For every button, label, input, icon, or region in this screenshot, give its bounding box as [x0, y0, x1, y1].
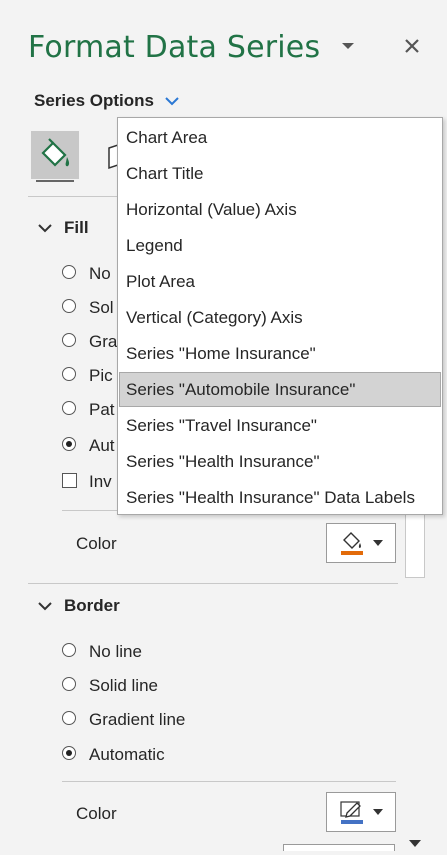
border-section-header[interactable]: Border: [38, 596, 120, 616]
invert-if-negative-label: Inv: [89, 472, 112, 491]
fill-option-label: Pat: [89, 400, 115, 419]
border-option-radio-1[interactable]: [62, 677, 76, 691]
chevron-down-icon: [38, 602, 52, 611]
fill-option-radio-0[interactable]: [62, 265, 76, 279]
border-option-label: Solid line: [89, 676, 158, 695]
dropdown-item-series-automobile[interactable]: Series "Automobile Insurance": [119, 372, 441, 407]
border-heading: Border: [64, 596, 120, 615]
fill-line-tab[interactable]: [31, 131, 79, 179]
chart-element-dropdown-list[interactable]: Chart Area Chart Title Horizontal (Value…: [117, 117, 443, 515]
pen-icon: [340, 801, 363, 824]
fill-option-radio-3[interactable]: [62, 367, 76, 381]
paint-bucket-icon: [41, 138, 70, 167]
fill-option-label: Sol: [89, 298, 114, 317]
chevron-down-icon: [373, 540, 383, 546]
dropdown-item-plot-area[interactable]: Plot Area: [119, 265, 441, 298]
dropdown-item-series-health-labels[interactable]: Series "Health Insurance" Data Labels: [119, 481, 441, 514]
fill-option-label: No: [89, 264, 111, 283]
fill-option-radio-1[interactable]: [62, 299, 76, 313]
fill-heading: Fill: [64, 218, 89, 237]
dropdown-item-series-home[interactable]: Series "Home Insurance": [119, 337, 441, 370]
fill-color-picker-button[interactable]: [326, 523, 396, 563]
border-option-label: Automatic: [89, 745, 165, 764]
border-option-label: No line: [89, 642, 142, 661]
dropdown-item-vertical-axis[interactable]: Vertical (Category) Axis: [119, 301, 441, 334]
scroll-down-arrow-icon[interactable]: [405, 836, 425, 850]
fill-option-radio-5[interactable]: [62, 437, 76, 451]
border-option-label: Gradient line: [89, 710, 186, 729]
section-divider: [28, 583, 398, 584]
chevron-down-icon: [165, 97, 179, 106]
section-divider: [62, 781, 396, 782]
fill-section-header[interactable]: Fill: [38, 218, 89, 238]
paint-bucket-icon: [341, 532, 363, 555]
border-color-label: Color: [76, 804, 117, 823]
border-option-radio-0[interactable]: [62, 643, 76, 657]
border-option-radio-2[interactable]: [62, 711, 76, 725]
border-color-picker-button[interactable]: [326, 792, 396, 832]
fill-option-radio-2[interactable]: [62, 333, 76, 347]
series-options-label: Series Options: [34, 91, 154, 110]
chevron-down-icon: [38, 224, 52, 233]
close-icon[interactable]: [400, 34, 424, 58]
dropdown-item-series-health[interactable]: Series "Health Insurance": [119, 445, 441, 478]
dropdown-item-chart-title[interactable]: Chart Title: [119, 157, 441, 190]
invert-if-negative-checkbox[interactable]: [62, 473, 77, 488]
series-options-dropdown[interactable]: Series Options: [34, 91, 180, 111]
fill-option-label: Pic: [89, 366, 113, 385]
pane-options-chevron-icon[interactable]: [338, 36, 358, 56]
fill-option-label: Gra: [89, 332, 118, 351]
fill-option-radio-4[interactable]: [62, 401, 76, 415]
dropdown-item-chart-area[interactable]: Chart Area: [119, 121, 441, 154]
dropdown-item-legend[interactable]: Legend: [119, 229, 441, 262]
chevron-down-icon: [373, 809, 383, 815]
dropdown-item-horizontal-axis[interactable]: Horizontal (Value) Axis: [119, 193, 441, 226]
fill-color-label: Color: [76, 534, 117, 553]
dropdown-item-series-travel[interactable]: Series "Travel Insurance": [119, 409, 441, 442]
border-option-radio-3[interactable]: [62, 746, 76, 760]
fill-option-label: Aut: [89, 436, 115, 455]
active-tab-indicator: [36, 180, 74, 182]
pane-title: Format Data Series: [28, 30, 321, 65]
